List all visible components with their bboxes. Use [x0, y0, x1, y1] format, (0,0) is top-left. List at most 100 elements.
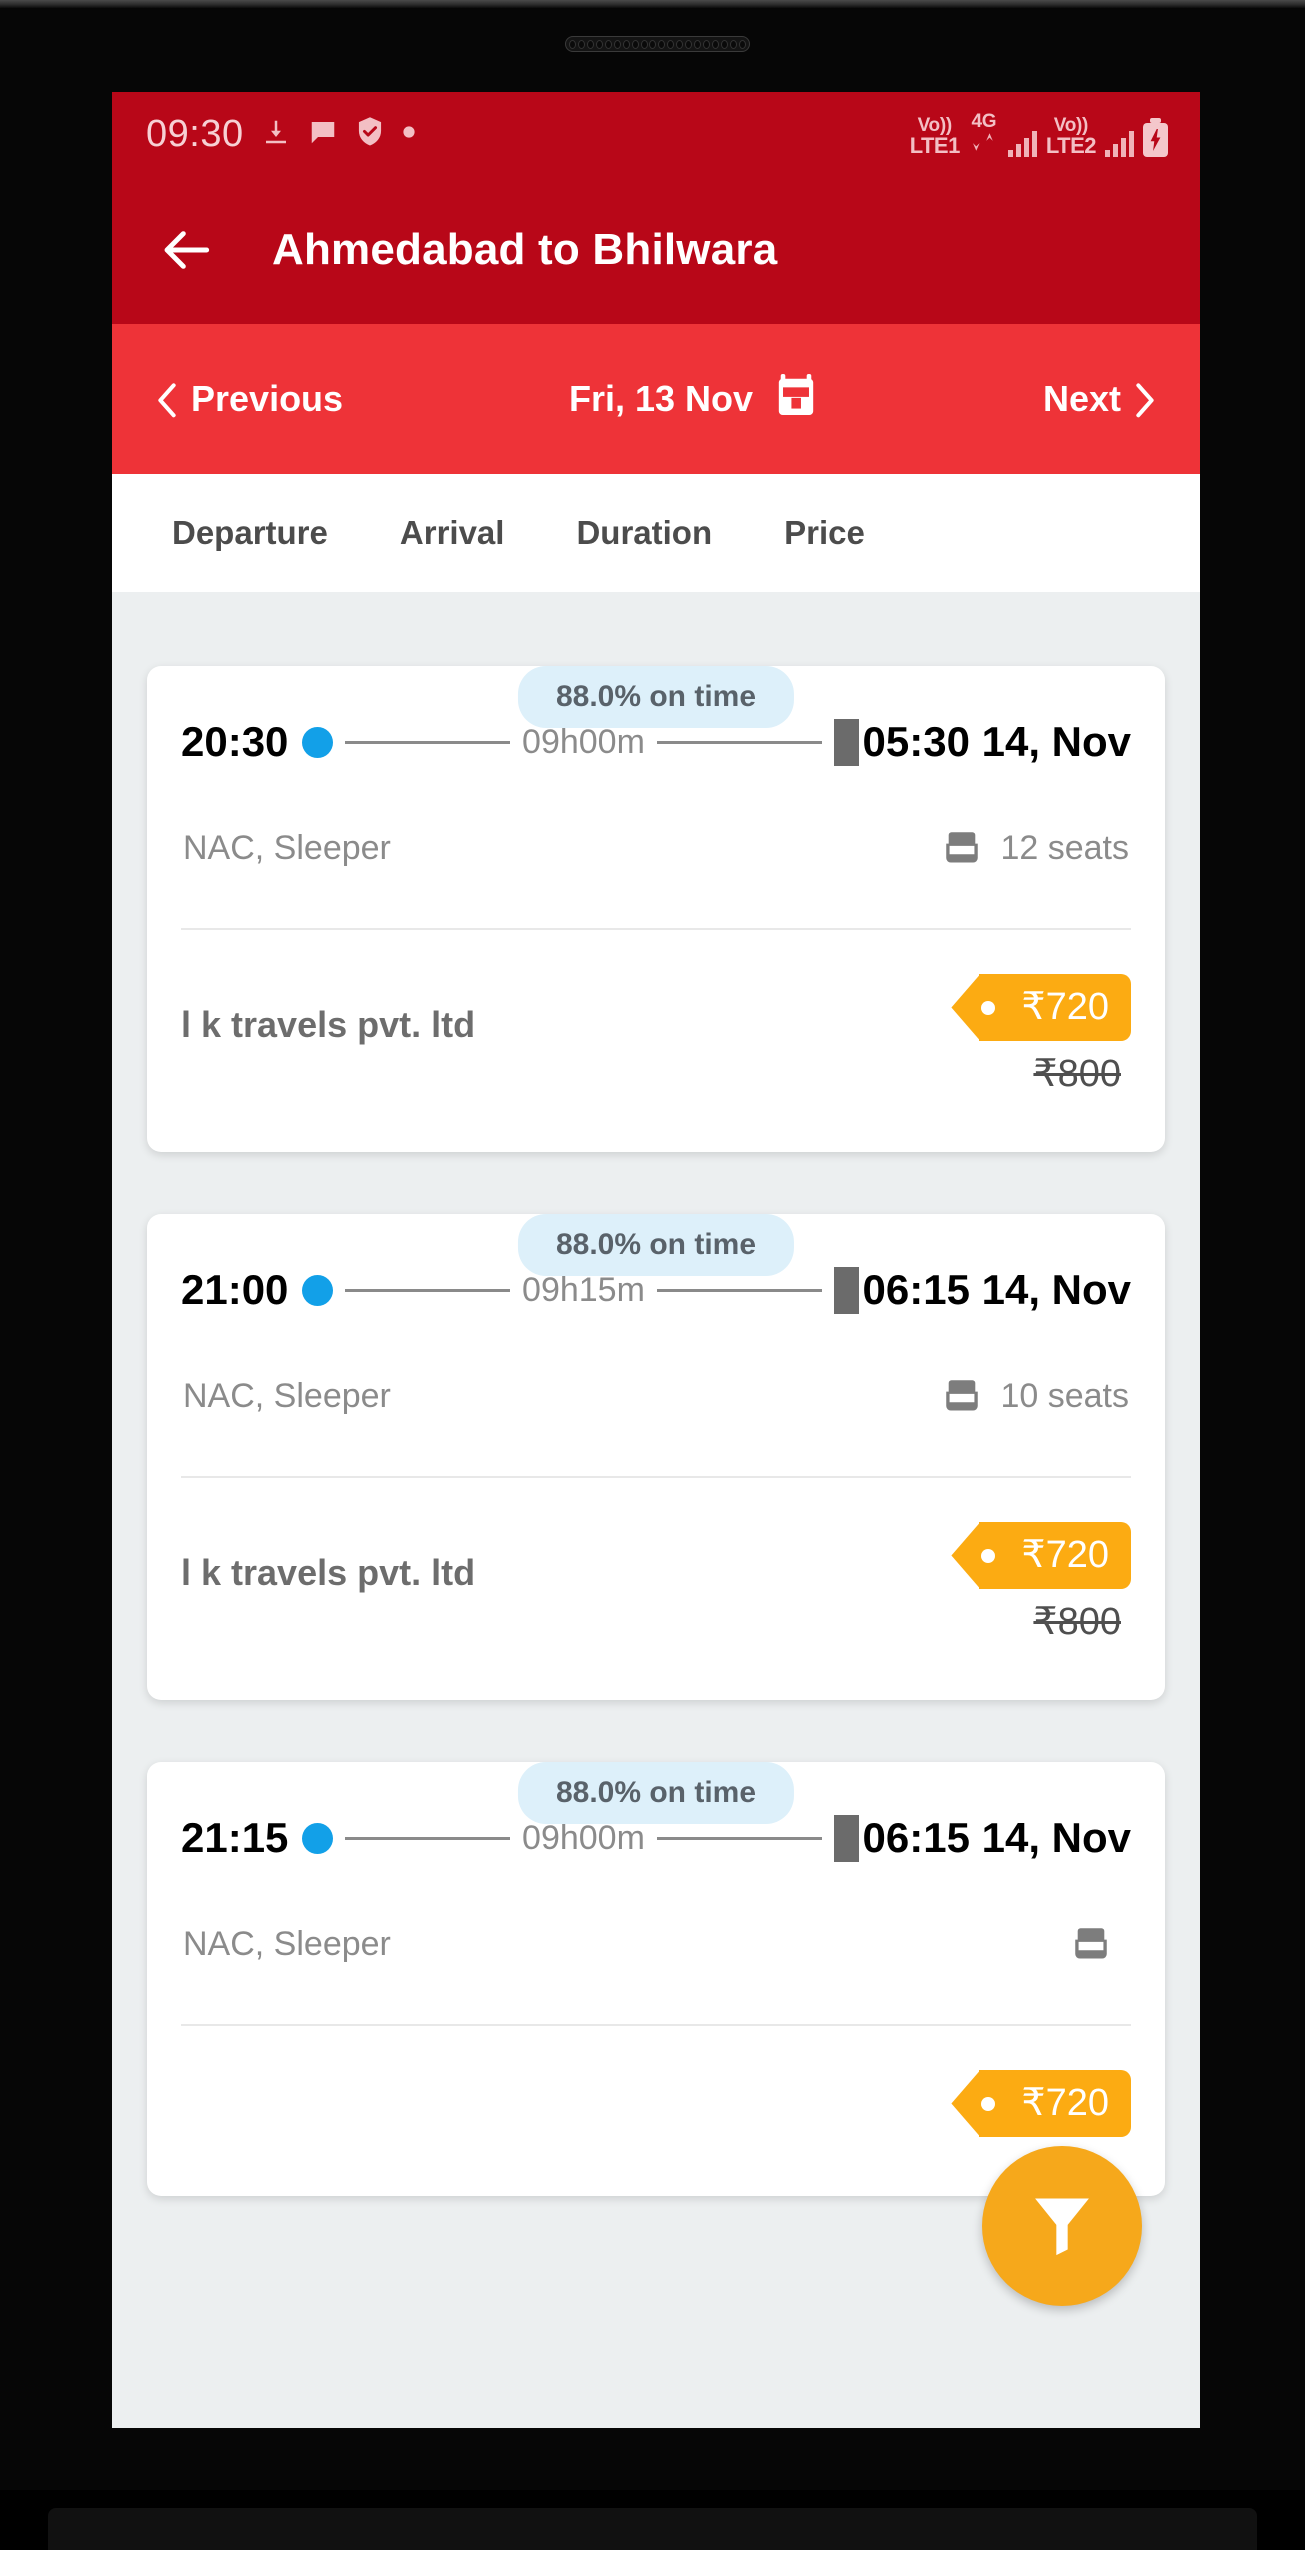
trip-duration: 09h15m — [522, 1270, 645, 1309]
operator-price-row: l k travels pvt. ltd ₹720 ₹800 — [181, 1478, 1131, 1700]
trip-line-left — [345, 1288, 511, 1292]
date-picker-button[interactable]: Fri, 13 Nov — [569, 372, 817, 427]
trip-line-right — [656, 1836, 822, 1840]
bus-card[interactable]: 20:30 09h00m 05:30 14, Nov NAC, Sleeper — [147, 666, 1165, 1152]
price-tag-hole-icon — [981, 1000, 996, 1015]
price-current: ₹720 — [1021, 2082, 1109, 2124]
departure-time: 21:00 — [181, 1266, 289, 1313]
seats-available: 10 seats — [941, 1375, 1129, 1417]
status-clock: 09:30 — [146, 112, 244, 155]
sim1-volte-icon: Vo)) LTE1 — [909, 114, 961, 158]
bus-card-wrapper: 88.0% on time 21:00 09h15m 06:15 14, Nov… — [147, 1214, 1165, 1700]
network-type-icon: 4G — [969, 112, 999, 157]
status-badge: 88.0% on time — [517, 666, 795, 728]
device-bottom-bezel — [0, 2490, 1305, 2550]
price-block: ₹720 ₹800 — [979, 974, 1131, 1096]
arrival-time: 06:15 14, Nov — [862, 1814, 1132, 1861]
device-top-bezel — [0, 0, 1305, 8]
seats-available — [1070, 1923, 1129, 1965]
sort-tabs-bar: Departure Arrival Duration Price — [112, 474, 1200, 592]
filter-funnel-icon — [1028, 2190, 1096, 2263]
bus-type-label: NAC, Sleeper — [183, 828, 391, 867]
price-current: ₹720 — [1021, 986, 1109, 1028]
chevron-right-icon — [1135, 382, 1155, 418]
seats-count-label: 12 seats — [1000, 828, 1129, 867]
operator-price-row: ₹720 — [181, 2026, 1131, 2196]
status-bar-right: Vo)) LTE1 4G Vo)) LTE2 — [910, 112, 1168, 157]
trip-duration: 09h00m — [522, 722, 645, 761]
price-current: ₹720 — [1021, 1534, 1109, 1576]
device-bottom-bar — [48, 2508, 1257, 2550]
bus-type-row: NAC, Sleeper — [181, 1874, 1131, 1980]
phone-screen: 09:30 Vo)) LTE1 4G Vo)) LTE2 Ahmedabad t… — [112, 92, 1200, 2428]
sim2-volte-icon: Vo)) LTE2 — [1045, 114, 1097, 158]
download-icon — [261, 117, 291, 152]
operator-name: l k travels pvt. ltd — [181, 1004, 476, 1045]
departure-time: 21:15 — [181, 1814, 289, 1861]
bus-card-wrapper: 88.0% on time 21:15 09h00m 06:15 14, Nov… — [147, 1762, 1165, 2196]
shield-check-icon — [355, 116, 385, 153]
speaker-grille-icon — [565, 36, 750, 52]
bus-results-list[interactable]: 88.0% on time 20:30 09h00m 05:30 14, Nov… — [112, 592, 1200, 2428]
date-navigation-bar: Previous Fri, 13 Nov Next — [112, 324, 1200, 474]
price-original: ₹800 — [1033, 1053, 1121, 1095]
operator-price-row: l k travels pvt. ltd ₹720 ₹800 — [181, 930, 1131, 1152]
bus-card[interactable]: 21:15 09h00m 06:15 14, Nov NAC, Sleeper — [147, 1762, 1165, 2196]
next-day-button[interactable]: Next — [1043, 378, 1155, 420]
seats-count-label: 10 seats — [1000, 1376, 1129, 1415]
bus-type-row: NAC, Sleeper 12 seats — [181, 778, 1131, 884]
tab-duration[interactable]: Duration — [576, 514, 712, 552]
app-bar: Ahmedabad to Bhilwara — [112, 176, 1200, 324]
sim2-vo-label: Vo)) — [1053, 114, 1089, 136]
price-block: ₹720 ₹800 — [979, 1522, 1131, 1644]
chevron-left-icon — [157, 382, 177, 418]
departure-dot-icon — [302, 726, 334, 758]
bus-type-row: NAC, Sleeper 10 seats — [181, 1326, 1131, 1432]
departure-dot-icon — [302, 1822, 334, 1854]
seats-available: 12 seats — [941, 827, 1129, 869]
previous-day-button[interactable]: Previous — [157, 378, 343, 420]
price-original: ₹800 — [1033, 1601, 1121, 1643]
seat-icon — [941, 827, 983, 869]
sim1-vo-label: Vo)) — [917, 114, 953, 136]
bus-card[interactable]: 21:00 09h15m 06:15 14, Nov NAC, Sleeper — [147, 1214, 1165, 1700]
departure-dot-icon — [302, 1274, 334, 1306]
tab-arrival[interactable]: Arrival — [400, 514, 505, 552]
current-date-label: Fri, 13 Nov — [568, 378, 754, 419]
signal-bars-icon-2 — [1105, 130, 1134, 157]
network-type-label: 4G — [971, 110, 997, 132]
status-bar: 09:30 Vo)) LTE1 4G Vo)) LTE2 — [112, 92, 1200, 176]
message-icon — [308, 117, 338, 152]
price-tag-hole-icon — [981, 1548, 996, 1563]
status-badge: 88.0% on time — [517, 1214, 795, 1276]
seat-icon — [1070, 1923, 1112, 1965]
previous-day-label: Previous — [191, 378, 344, 419]
price-tag: ₹720 — [979, 974, 1131, 1041]
status-badge: 88.0% on time — [517, 1762, 795, 1824]
next-day-label: Next — [1042, 378, 1121, 419]
back-arrow-icon[interactable] — [160, 222, 216, 278]
trip-line-right — [656, 740, 822, 744]
arrival-square-icon — [833, 718, 859, 766]
data-arrows-icon — [969, 131, 999, 157]
seat-icon — [941, 1375, 983, 1417]
sim1-lte-label: LTE1 — [909, 132, 961, 158]
filter-fab-button[interactable] — [982, 2146, 1142, 2306]
signal-bars-icon — [1007, 130, 1037, 157]
tab-departure[interactable]: Departure — [172, 514, 328, 552]
price-tag-hole-icon — [981, 2096, 996, 2111]
arrival-square-icon — [833, 1814, 859, 1862]
bus-card-wrapper: 88.0% on time 20:30 09h00m 05:30 14, Nov… — [147, 666, 1165, 1152]
sim2-lte-label: LTE2 — [1045, 132, 1097, 158]
tab-price[interactable]: Price — [784, 514, 865, 552]
arrival-time: 06:15 14, Nov — [862, 1266, 1132, 1313]
arrival-time: 05:30 14, Nov — [862, 718, 1132, 765]
price-tag: ₹720 — [979, 1522, 1131, 1589]
operator-name: l k travels pvt. ltd — [181, 1552, 476, 1593]
device-frame: 09:30 Vo)) LTE1 4G Vo)) LTE2 Ahmedabad t… — [0, 0, 1305, 2550]
trip-duration: 09h00m — [522, 1818, 645, 1857]
bus-type-label: NAC, Sleeper — [183, 1376, 391, 1415]
trip-line-right — [656, 1288, 822, 1292]
dot-icon — [402, 125, 416, 144]
calendar-icon — [775, 372, 817, 427]
